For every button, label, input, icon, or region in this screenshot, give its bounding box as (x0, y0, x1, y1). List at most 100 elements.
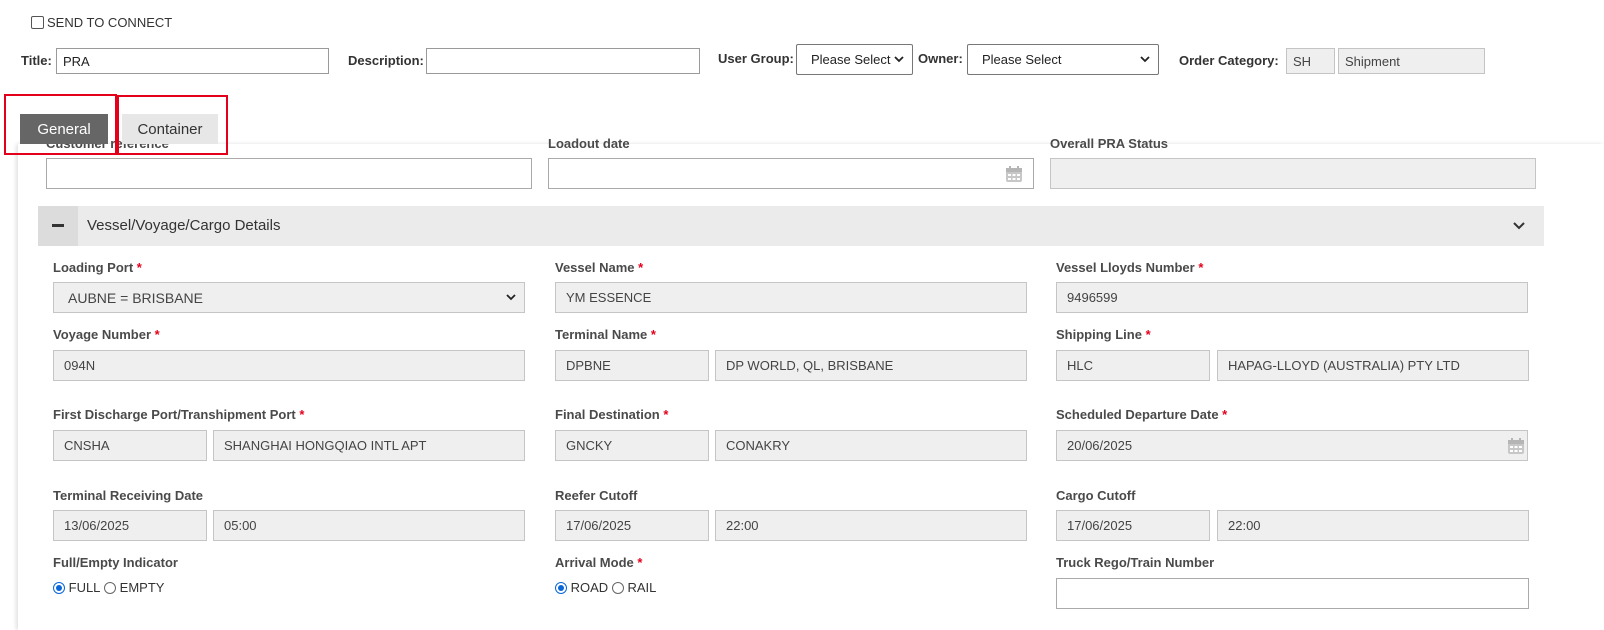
overall-status-field (1050, 158, 1536, 189)
vessel-name-field[interactable]: YM ESSENCE (555, 282, 1027, 313)
scheduled-departure-field[interactable]: 20/06/2025 (1056, 430, 1528, 461)
vessel-lloyds-field[interactable]: 9496599 (1056, 282, 1528, 313)
vessel-name-label: Vessel Name * (555, 260, 643, 275)
title-input[interactable]: PRA (56, 48, 329, 74)
collapse-button[interactable] (38, 206, 78, 246)
truck-rego-input[interactable] (1056, 578, 1529, 609)
owner-select-value: Please Select (982, 52, 1062, 67)
cargo-cutoff-time-value: 22:00 (1228, 518, 1261, 533)
description-input[interactable] (426, 48, 700, 74)
reefer-cutoff-date-field[interactable]: 17/06/2025 (555, 510, 709, 541)
send-to-connect-checkbox[interactable] (31, 16, 44, 29)
radio-full[interactable] (53, 581, 65, 594)
chevron-down-icon (1140, 56, 1150, 63)
loading-port-label: Loading Port * (53, 260, 142, 275)
radio-rail-label: RAIL (627, 580, 657, 596)
loading-port-value: AUBNE = BRISBANE (68, 289, 203, 306)
cargo-cutoff-time-field[interactable]: 22:00 (1217, 510, 1529, 541)
required-mark: * (1198, 260, 1204, 275)
loading-port-label-text: Loading Port (53, 260, 134, 275)
cargo-cutoff-date-field[interactable]: 17/06/2025 (1056, 510, 1210, 541)
calendar-icon[interactable] (1005, 165, 1023, 183)
shipping-line-name-value: HAPAG-LLOYD (AUSTRALIA) PTY LTD (1228, 358, 1460, 373)
scheduled-departure-label-text: Scheduled Departure Date (1056, 407, 1219, 422)
chevron-down-icon (506, 294, 516, 301)
reefer-cutoff-date-value: 17/06/2025 (566, 518, 632, 533)
terminal-receiving-date-field[interactable]: 13/06/2025 (53, 510, 207, 541)
final-destination-name-field[interactable]: CONAKRY (715, 430, 1027, 461)
order-category-label: Order Category: (1179, 53, 1279, 68)
voyage-number-value: 094N (64, 358, 96, 373)
description-label: Description: (348, 53, 424, 68)
send-to-connect-label: SEND TO CONNECT (47, 15, 173, 30)
terminal-receiving-label: Terminal Receiving Date (53, 488, 204, 503)
required-mark: * (1145, 327, 1151, 342)
shipping-line-code-field[interactable]: HLC (1056, 350, 1210, 381)
arrival-mode-radio-group: ROAD RAIL (555, 579, 656, 595)
first-discharge-name-value: SHANGHAI HONGQIAO INTL APT (224, 438, 427, 453)
radio-full-label: FULL (68, 580, 101, 596)
cargo-cutoff-label: Cargo Cutoff (1056, 488, 1136, 503)
arrival-mode-label-text: Arrival Mode (555, 555, 634, 570)
user-group-select-value: Please Select (811, 52, 891, 67)
minus-icon (52, 224, 64, 227)
final-destination-code-field[interactable]: GNCKY (555, 430, 709, 461)
section-title: Vessel/Voyage/Cargo Details (87, 217, 281, 234)
required-mark: * (637, 555, 643, 570)
reefer-cutoff-time-field[interactable]: 22:00 (715, 510, 1027, 541)
final-destination-label: Final Destination * (555, 407, 668, 422)
calendar-icon[interactable] (1507, 437, 1525, 455)
shipping-line-name-field[interactable]: HAPAG-LLOYD (AUSTRALIA) PTY LTD (1217, 350, 1529, 381)
radio-road-label: ROAD (570, 580, 609, 596)
customer-reference-input[interactable] (46, 158, 532, 189)
user-group-select[interactable]: Please Select (796, 44, 913, 75)
highlight-box-general (4, 94, 117, 155)
chevron-down-icon (894, 56, 904, 63)
reefer-cutoff-time-value: 22:00 (726, 518, 759, 533)
terminal-name-value: DP WORLD, QL, BRISBANE (726, 358, 894, 373)
full-empty-radio-group: FULL EMPTY (53, 579, 164, 595)
loadout-date-input[interactable] (548, 158, 1034, 189)
shipping-line-label: Shipping Line * (1056, 327, 1151, 342)
radio-rail[interactable] (611, 581, 624, 594)
radio-empty[interactable] (104, 581, 117, 594)
order-category-name-value: Shipment (1345, 53, 1400, 69)
loading-port-select[interactable]: AUBNE = BRISBANE (53, 282, 525, 313)
first-discharge-name-field[interactable]: SHANGHAI HONGQIAO INTL APT (213, 430, 525, 461)
terminal-receiving-time-field[interactable]: 05:00 (213, 510, 525, 541)
first-discharge-code-value: CNSHA (64, 438, 110, 453)
order-category-code-value: SH (1293, 53, 1312, 69)
voyage-number-field[interactable]: 094N (53, 350, 525, 381)
title-input-value: PRA (63, 53, 90, 69)
voyage-number-label-text: Voyage Number (53, 327, 152, 342)
terminal-name-field[interactable]: DP WORLD, QL, BRISBANE (715, 350, 1027, 381)
first-discharge-code-field[interactable]: CNSHA (53, 430, 207, 461)
radio-road[interactable] (555, 581, 567, 594)
owner-select[interactable]: Please Select (967, 44, 1159, 75)
chevron-down-icon[interactable] (1513, 222, 1525, 230)
highlight-box-container (117, 95, 228, 155)
vessel-name-label-text: Vessel Name (555, 260, 635, 275)
terminal-code-field[interactable]: DPBNE (555, 350, 709, 381)
send-to-connect[interactable]: SEND TO CONNECT (31, 15, 172, 30)
terminal-receiving-date-value: 13/06/2025 (64, 518, 130, 533)
voyage-number-label: Voyage Number * (53, 327, 160, 342)
cargo-cutoff-date-value: 17/06/2025 (1067, 518, 1133, 533)
final-destination-label-text: Final Destination (555, 407, 660, 422)
full-empty-label: Full/Empty Indicator (53, 555, 178, 570)
shipping-line-label-text: Shipping Line (1056, 327, 1142, 342)
owner-label: Owner: (918, 51, 963, 66)
overall-status-label: Overall PRA Status (1050, 136, 1169, 151)
radio-empty-label: EMPTY (119, 580, 165, 596)
reefer-cutoff-label: Reefer Cutoff (555, 488, 638, 503)
required-mark: * (650, 327, 656, 342)
final-destination-code-value: GNCKY (566, 438, 613, 453)
terminal-name-label-text: Terminal Name (555, 327, 648, 342)
title-label: Title: (21, 53, 52, 68)
terminal-receiving-time-value: 05:00 (224, 518, 257, 533)
required-mark: * (1222, 407, 1228, 422)
required-mark: * (154, 327, 160, 342)
required-mark: * (299, 407, 305, 422)
required-mark: * (663, 407, 669, 422)
first-discharge-label: First Discharge Port/Transhipment Port * (53, 407, 304, 422)
